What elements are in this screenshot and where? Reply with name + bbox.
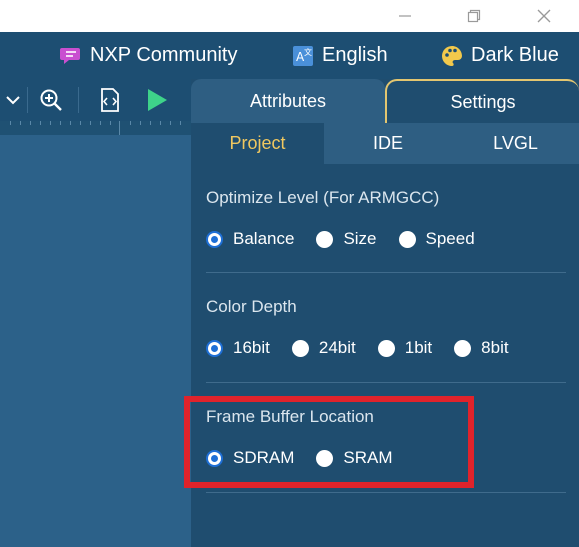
section-title: Optimize Level (For ARMGCC)	[206, 188, 440, 207]
translate-icon: A文	[292, 45, 314, 67]
radio-indicator	[206, 339, 223, 357]
theme-selector[interactable]: Dark Blue	[441, 32, 559, 79]
tab-attributes[interactable]: Attributes	[191, 79, 385, 123]
top-menu-bar: NXP Community A文 English Dark Blue	[0, 32, 579, 79]
play-icon	[148, 89, 167, 111]
radio-speed[interactable]: Speed	[398, 229, 475, 249]
community-label: NXP Community	[90, 44, 238, 66]
generate-code-button[interactable]	[97, 87, 123, 113]
section-divider	[206, 382, 566, 383]
radio-24bit[interactable]: 24bit	[291, 338, 356, 358]
section-title: Color Depth	[206, 297, 297, 316]
palette-icon	[441, 45, 463, 67]
chevron-down-icon	[6, 96, 20, 105]
subtab-project[interactable]: Project	[191, 123, 324, 164]
settings-subtabs: Project IDE LVGL	[191, 123, 579, 164]
subtab-label: Project	[229, 133, 286, 153]
tab-settings[interactable]: Settings	[385, 79, 579, 123]
radio-indicator	[206, 230, 223, 248]
optimize-level-section: Optimize Level (For ARMGCC) Balance Size…	[206, 188, 565, 254]
radio-balance[interactable]: Balance	[206, 229, 294, 249]
restore-button[interactable]	[451, 0, 497, 32]
radio-indicator	[291, 339, 309, 357]
highlight-annotation-box	[184, 396, 474, 488]
radio-label: 1bit	[404, 338, 433, 357]
color-depth-radio-group: 16bit 24bit 1bit 8bit	[206, 333, 565, 363]
restore-icon	[467, 9, 481, 23]
radio-label: 24bit	[318, 338, 356, 357]
minimize-icon	[399, 15, 411, 17]
subtab-label: IDE	[372, 133, 403, 153]
code-file-icon	[101, 88, 119, 112]
radio-1bit[interactable]: 1bit	[377, 338, 433, 358]
optimize-level-radio-group: Balance Size Speed	[206, 224, 565, 254]
window-titlebar	[0, 0, 579, 32]
subtab-ide[interactable]: IDE	[324, 123, 452, 164]
dropdown-button[interactable]	[0, 87, 26, 113]
subtab-label: LVGL	[493, 133, 538, 153]
radio-label: Size	[343, 229, 377, 248]
chat-bubble-icon	[60, 45, 82, 67]
toolbar-separator	[78, 87, 79, 113]
zoom-in-button[interactable]	[38, 87, 64, 113]
radio-indicator	[454, 339, 472, 357]
minimize-button[interactable]	[382, 0, 428, 32]
color-depth-section: Color Depth 16bit 24bit 1bit 8bit	[206, 297, 565, 363]
radio-indicator	[398, 230, 416, 248]
theme-label: Dark Blue	[471, 44, 559, 66]
design-canvas[interactable]	[0, 135, 191, 547]
radio-size[interactable]: Size	[316, 229, 377, 249]
radio-16bit[interactable]: 16bit	[206, 338, 270, 358]
nxp-community-link[interactable]: NXP Community	[60, 32, 237, 79]
horizontal-ruler	[0, 121, 191, 135]
zoom-in-icon	[40, 89, 62, 111]
run-simulator-button[interactable]	[144, 87, 170, 113]
close-button[interactable]	[521, 0, 567, 32]
radio-8bit[interactable]: 8bit	[454, 338, 509, 358]
tab-label: Attributes	[249, 90, 327, 111]
close-icon	[537, 9, 551, 23]
radio-indicator	[316, 230, 334, 248]
toolbar-separator	[27, 87, 28, 113]
language-label: English	[322, 44, 388, 66]
subtab-lvgl[interactable]: LVGL	[452, 123, 579, 164]
radio-label: 16bit	[233, 338, 270, 357]
tab-label: Settings	[450, 91, 516, 112]
section-divider	[206, 272, 566, 273]
language-selector[interactable]: A文 English	[292, 32, 388, 79]
editor-toolbar	[0, 79, 191, 121]
radio-label: 8bit	[481, 338, 509, 357]
radio-label: Balance	[233, 229, 295, 248]
radio-label: Speed	[425, 229, 475, 248]
radio-indicator	[377, 339, 395, 357]
section-divider	[206, 492, 566, 493]
svg-text:文: 文	[304, 47, 312, 57]
